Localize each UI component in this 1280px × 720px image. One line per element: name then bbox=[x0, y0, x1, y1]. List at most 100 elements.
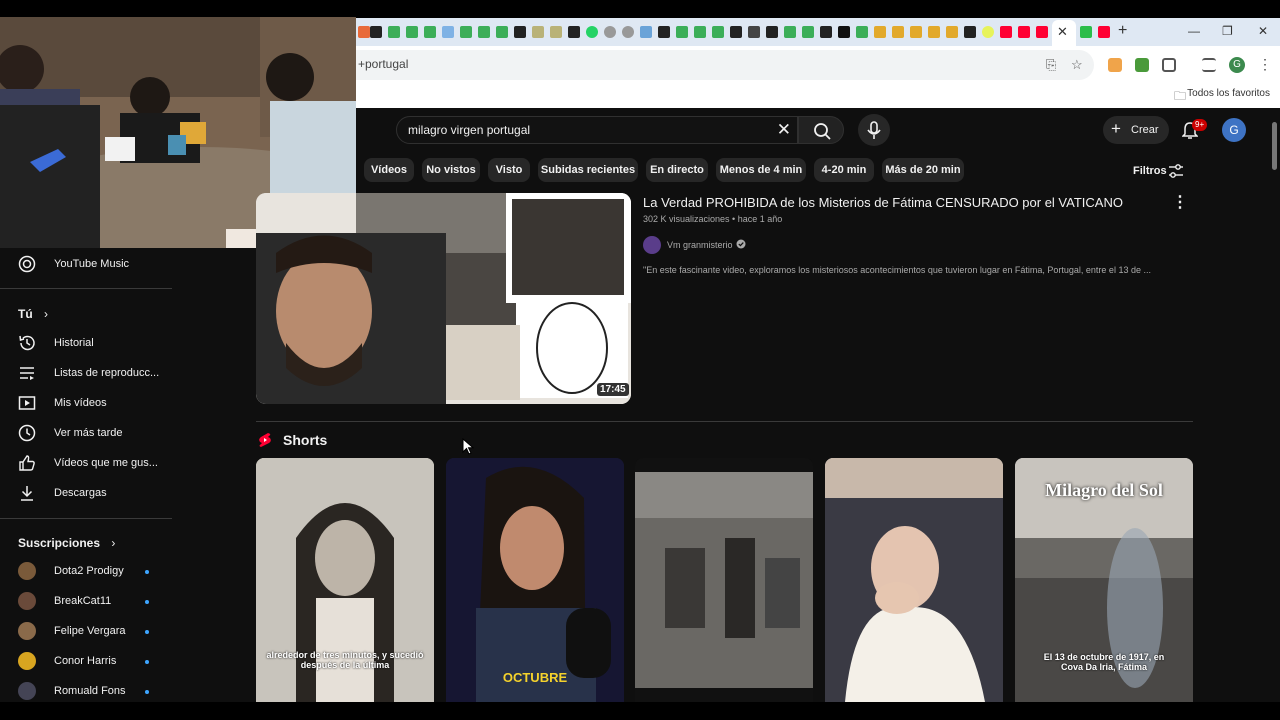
tab-favicon[interactable] bbox=[1080, 26, 1092, 38]
voice-search-button[interactable] bbox=[858, 114, 890, 146]
filters-icon[interactable] bbox=[1168, 163, 1184, 179]
extension-icon[interactable] bbox=[1108, 58, 1122, 72]
chip-over-20-min[interactable]: Más de 20 min bbox=[882, 158, 964, 182]
tab-favicon[interactable] bbox=[784, 26, 796, 38]
tab-favicon[interactable] bbox=[712, 26, 724, 38]
sidebar-item-downloads[interactable]: Descargas bbox=[18, 482, 168, 506]
chip-videos[interactable]: Vídeos bbox=[364, 158, 414, 182]
tab-favicon[interactable] bbox=[586, 26, 598, 38]
short-item[interactable]: alrededor de tres minutos, y sucedió des… bbox=[256, 458, 434, 702]
chip-recent-uploads[interactable]: Subidas recientes bbox=[538, 158, 638, 182]
clear-search-icon[interactable]: ✕ bbox=[777, 120, 791, 140]
account-avatar[interactable]: G bbox=[1222, 118, 1246, 142]
create-button[interactable]: + Crear bbox=[1103, 116, 1169, 144]
tab-favicon[interactable] bbox=[802, 26, 814, 38]
filters-button[interactable]: Filtros bbox=[1133, 165, 1167, 177]
close-tab-icon[interactable]: ✕ bbox=[1057, 24, 1068, 40]
sidebar-item-my-videos[interactable]: Mis vídeos bbox=[18, 392, 168, 416]
subscription-item[interactable]: Felipe Vergara bbox=[18, 620, 168, 644]
search-button[interactable] bbox=[798, 116, 844, 144]
tab-favicon[interactable] bbox=[856, 26, 868, 38]
tab-favicon[interactable] bbox=[892, 26, 904, 38]
tab-favicon[interactable] bbox=[478, 26, 490, 38]
tab-favicon[interactable] bbox=[358, 26, 370, 38]
my-videos-icon bbox=[18, 396, 36, 410]
tab-favicon[interactable] bbox=[694, 26, 706, 38]
tab-favicon[interactable] bbox=[640, 26, 652, 38]
address-bar[interactable]: +portugal ⎘ ☆ bbox=[356, 50, 1094, 80]
tab-favicon[interactable] bbox=[982, 26, 994, 38]
tab-favicon[interactable] bbox=[946, 26, 958, 38]
tab-favicon[interactable] bbox=[1036, 26, 1048, 38]
tab-favicon[interactable] bbox=[370, 26, 382, 38]
tab-favicon[interactable] bbox=[496, 26, 508, 38]
subscription-item[interactable]: BreakCat11 bbox=[18, 590, 168, 614]
sidebar-item-youtube-music[interactable]: YouTube Music bbox=[18, 253, 168, 277]
chip-live[interactable]: En directo bbox=[646, 158, 708, 182]
tab-favicon[interactable] bbox=[1000, 26, 1012, 38]
bookmark-star-icon[interactable]: ☆ bbox=[1071, 57, 1083, 73]
channel-avatar[interactable] bbox=[643, 236, 661, 254]
tab-favicon[interactable] bbox=[604, 26, 616, 38]
you-section-heading[interactable]: Tú › bbox=[18, 307, 48, 321]
tab-favicon[interactable] bbox=[748, 26, 760, 38]
tab-favicon[interactable] bbox=[730, 26, 742, 38]
tab-favicon[interactable] bbox=[442, 26, 454, 38]
tab-favicon[interactable] bbox=[676, 26, 688, 38]
short-item[interactable] bbox=[635, 458, 813, 702]
search-input[interactable]: milagro virgen portugal ✕ bbox=[396, 116, 798, 144]
more-actions-icon[interactable]: ⋮ bbox=[1172, 192, 1188, 212]
subscription-item[interactable]: Romuald Fons bbox=[18, 680, 168, 704]
extensions-puzzle-icon[interactable] bbox=[1162, 58, 1176, 72]
tab-favicon[interactable] bbox=[1018, 26, 1030, 38]
sidebar-item-playlists[interactable]: Listas de reproducc... bbox=[18, 362, 168, 386]
subscription-item[interactable]: Conor Harris bbox=[18, 650, 168, 674]
browser-profile-icon[interactable]: G bbox=[1229, 57, 1245, 73]
scrollbar[interactable] bbox=[1268, 110, 1280, 702]
short-item[interactable]: OCTUBRE bbox=[446, 458, 624, 702]
short-item[interactable] bbox=[825, 458, 1003, 702]
tab-favicon[interactable] bbox=[820, 26, 832, 38]
tab-favicon[interactable] bbox=[1098, 26, 1110, 38]
all-bookmarks-link[interactable]: Todos los favoritos bbox=[1187, 88, 1270, 99]
media-control-icon[interactable] bbox=[1202, 58, 1216, 72]
video-description: "En este fascinante video, exploramos lo… bbox=[643, 265, 1151, 275]
tab-favicon[interactable] bbox=[964, 26, 976, 38]
chip-watched[interactable]: Visto bbox=[488, 158, 530, 182]
sidebar-item-liked-videos[interactable]: Vídeos que me gus... bbox=[18, 452, 168, 476]
close-window-icon[interactable]: ✕ bbox=[1258, 24, 1268, 38]
tab-favicon[interactable] bbox=[568, 26, 580, 38]
tab-favicon[interactable] bbox=[388, 26, 400, 38]
extension-icon[interactable] bbox=[1135, 58, 1149, 72]
tab-favicon[interactable] bbox=[766, 26, 778, 38]
minimize-icon[interactable]: — bbox=[1188, 24, 1200, 38]
tab-favicon[interactable] bbox=[532, 26, 544, 38]
sidebar-item-history[interactable]: Historial bbox=[18, 332, 168, 356]
video-title[interactable]: La Verdad PROHIBIDA de los Misterios de … bbox=[643, 195, 1123, 210]
install-app-icon[interactable]: ⎘ bbox=[1046, 57, 1056, 73]
scrollbar-thumb[interactable] bbox=[1272, 122, 1277, 170]
tab-favicon[interactable] bbox=[928, 26, 940, 38]
tab-favicon[interactable] bbox=[424, 26, 436, 38]
channel-name[interactable]: Vm granmisterio bbox=[667, 240, 733, 250]
tab-favicon[interactable] bbox=[658, 26, 670, 38]
sidebar-item-watch-later[interactable]: Ver más tarde bbox=[18, 422, 168, 446]
tab-favicon[interactable] bbox=[622, 26, 634, 38]
tab-favicon[interactable] bbox=[550, 26, 562, 38]
tab-favicon[interactable] bbox=[406, 26, 418, 38]
chip-under-4-min[interactable]: Menos de 4 min bbox=[716, 158, 806, 182]
chip-not-watched[interactable]: No vistos bbox=[422, 158, 480, 182]
tab-favicon[interactable] bbox=[910, 26, 922, 38]
chip-4-20-min[interactable]: 4-20 min bbox=[814, 158, 874, 182]
video-thumbnail[interactable] bbox=[256, 193, 631, 404]
tab-favicon[interactable] bbox=[874, 26, 886, 38]
tab-favicon[interactable] bbox=[514, 26, 526, 38]
tab-favicon[interactable] bbox=[838, 26, 850, 38]
subscriptions-heading[interactable]: Suscripciones › bbox=[18, 536, 115, 550]
browser-menu-icon[interactable]: ⋮ bbox=[1258, 56, 1272, 73]
subscription-item[interactable]: Dota2 Prodigy bbox=[18, 560, 168, 584]
short-item[interactable]: Milagro del Sol El 13 de octubre de 1917… bbox=[1015, 458, 1193, 702]
restore-icon[interactable]: ❐ bbox=[1222, 24, 1233, 38]
tab-favicon[interactable] bbox=[460, 26, 472, 38]
new-tab-icon[interactable]: + bbox=[1118, 22, 1127, 40]
